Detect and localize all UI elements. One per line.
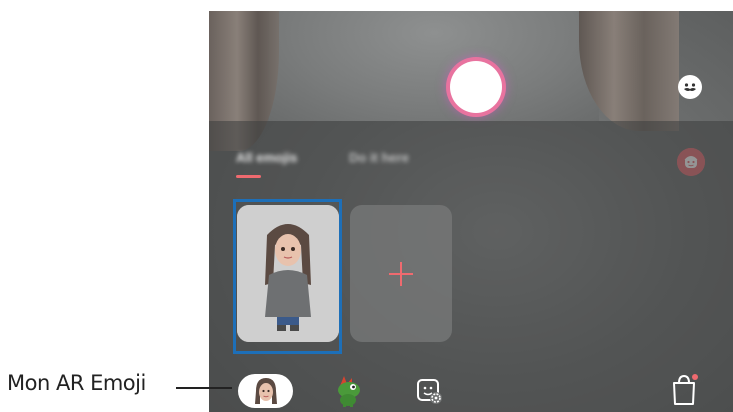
tab-all-emojis[interactable]: All emojis — [236, 150, 297, 165]
plus-icon — [389, 261, 413, 286]
shutter-button[interactable] — [450, 61, 502, 113]
my-ar-emoji-button[interactable] — [238, 374, 293, 408]
mask-icon[interactable] — [678, 75, 702, 99]
tab-selected-indicator — [236, 175, 261, 178]
add-emoji-card[interactable] — [350, 205, 452, 342]
sticker-settings-icon[interactable] — [415, 377, 445, 407]
callout-label: Mon AR Emoji — [7, 371, 146, 395]
avatar-face-icon — [254, 378, 277, 404]
store-bag-icon[interactable] — [668, 371, 700, 407]
dino-sticker-icon[interactable] — [332, 374, 368, 408]
preview-background — [269, 11, 599, 121]
callout-line — [176, 387, 232, 389]
tab-do-it-here[interactable]: Do it here — [349, 150, 409, 165]
selected-emoji-highlight — [233, 199, 342, 354]
bottom-toolbar — [209, 368, 733, 412]
